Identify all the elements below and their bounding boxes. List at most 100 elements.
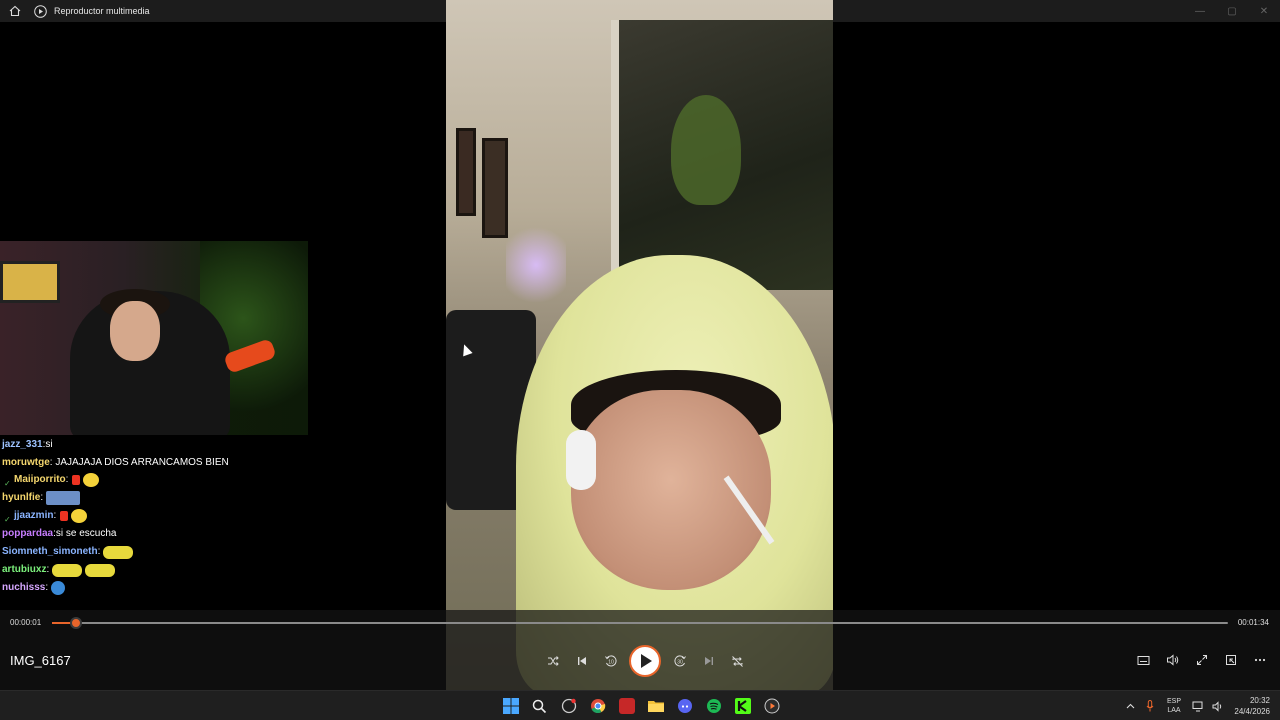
seek-bar-handle[interactable] xyxy=(69,617,82,629)
minimize-button[interactable]: — xyxy=(1184,0,1216,22)
chat-text: JAJAJAJA DIOS ARRANCAMOS BIEN xyxy=(55,457,229,468)
chat-text: si se escucha xyxy=(55,528,117,539)
clock-date: 24/4/2026 xyxy=(1234,707,1270,716)
search-icon[interactable] xyxy=(525,694,554,718)
chat-message: artubiuxz: xyxy=(0,561,330,579)
video-person-face xyxy=(571,390,771,590)
chat-username[interactable]: Maiiporrito xyxy=(14,472,66,488)
taskbar-apps xyxy=(496,694,786,718)
file-explorer-icon[interactable] xyxy=(641,694,670,718)
chat-username[interactable]: nuchisss xyxy=(2,580,45,596)
play-icon xyxy=(641,654,652,668)
repeat-off-icon[interactable] xyxy=(723,646,752,676)
rewind-10-icon[interactable]: 10 xyxy=(596,646,625,676)
kick-icon[interactable] xyxy=(728,694,757,718)
chat-message: poppardaa: si se escucha xyxy=(0,525,330,543)
volume-icon[interactable] xyxy=(1158,647,1187,673)
previous-icon[interactable] xyxy=(567,646,596,676)
chat-separator: : xyxy=(46,564,50,575)
mini-player-icon[interactable] xyxy=(1216,647,1245,673)
video-light-glow xyxy=(506,220,566,310)
chat-username[interactable]: moruwtge xyxy=(2,457,50,468)
chat-message: Siomneth_simoneth: xyxy=(0,543,330,561)
next-icon[interactable] xyxy=(694,646,723,676)
video-headphone xyxy=(566,430,596,490)
chat-message: ✓ jjaazmin: xyxy=(0,507,330,525)
close-button[interactable]: ✕ xyxy=(1248,0,1280,22)
video-picture-frame xyxy=(482,138,508,238)
chat-emote-icon xyxy=(60,511,69,521)
chat-message: nuchisss: xyxy=(0,579,330,597)
cam-monitor xyxy=(0,261,60,303)
chat-separator: : xyxy=(65,474,69,485)
chat-badge-icon: ✓ xyxy=(4,514,11,524)
shuffle-icon[interactable] xyxy=(538,646,567,676)
speaker-icon[interactable] xyxy=(1208,691,1228,720)
chat-separator: : xyxy=(97,546,101,557)
forward-30-icon[interactable]: 30 xyxy=(665,646,694,676)
taskbar: ESP LAA 20:32 24/4/2026 xyxy=(0,690,1280,720)
language-indicator[interactable]: ESP LAA xyxy=(1160,697,1188,715)
chat-separator: : xyxy=(45,582,49,593)
chat-text: si xyxy=(45,439,53,450)
chat-separator: : xyxy=(53,510,57,521)
media-player-window: Reproductor multimedia — ▢ ✕ jazz_331: s… xyxy=(0,0,1280,720)
video-frame[interactable] xyxy=(446,0,833,690)
system-tray: ESP LAA 20:32 24/4/2026 xyxy=(1120,691,1280,720)
chat-emote-icon xyxy=(51,581,66,595)
total-duration: 00:01:34 xyxy=(1237,618,1269,627)
media-app-icon[interactable] xyxy=(612,694,641,718)
maximize-button[interactable]: ▢ xyxy=(1216,0,1248,22)
chat-message: jazz_331: si xyxy=(0,436,330,454)
video-picture-frame xyxy=(456,128,476,216)
chat-username[interactable]: hyunlfie xyxy=(2,490,40,506)
current-time: 00:00:01 xyxy=(10,618,42,627)
playback-buttons: 10 30 xyxy=(538,645,752,677)
language-code: ESP xyxy=(1166,698,1181,705)
window-title: Reproductor multimedia xyxy=(54,6,150,16)
player-options xyxy=(1129,647,1274,673)
chat-username[interactable]: Siomneth_simoneth xyxy=(2,544,98,560)
chat-emote-icon xyxy=(52,563,83,577)
windows-start-icon[interactable] xyxy=(496,694,525,718)
player-controls: 00:00:01 00:01:34 IMG_6167 10 30 xyxy=(0,610,1280,690)
window-controls: — ▢ ✕ xyxy=(1184,0,1280,22)
video-background-plant xyxy=(671,95,741,205)
chat-username[interactable]: poppardaa xyxy=(2,526,53,542)
clock-time: 20:32 xyxy=(1249,696,1270,705)
network-icon[interactable] xyxy=(1188,691,1208,720)
streamer-camera-inset xyxy=(0,241,308,435)
chat-username[interactable]: jazz_331 xyxy=(2,437,43,453)
subtitles-icon[interactable] xyxy=(1129,647,1158,673)
chat-overlay: jazz_331: si moruwtge: JAJAJAJA DIOS ARRA… xyxy=(0,436,330,597)
svg-text:10: 10 xyxy=(608,660,614,666)
chat-emote-icon xyxy=(72,475,81,485)
svg-text:30: 30 xyxy=(677,660,683,666)
discord-icon[interactable] xyxy=(670,694,699,718)
microphone-icon[interactable] xyxy=(1140,691,1160,720)
seek-bar[interactable] xyxy=(52,617,1228,629)
more-options-icon[interactable] xyxy=(1245,647,1274,673)
chat-emote-icon xyxy=(83,473,100,487)
cam-person-face xyxy=(110,301,160,361)
file-name: IMG_6167 xyxy=(10,653,71,668)
chrome-icon[interactable] xyxy=(583,694,612,718)
keyboard-layout: LAA xyxy=(1167,707,1181,714)
chat-emote-icon xyxy=(46,491,81,505)
clock[interactable]: 20:32 24/4/2026 xyxy=(1228,695,1280,717)
chat-message: ✓ Maiiporrito: xyxy=(0,471,330,489)
chat-emote-icon xyxy=(103,545,134,559)
fullscreen-icon[interactable] xyxy=(1187,647,1216,673)
media-player-icon[interactable] xyxy=(757,694,786,718)
chat-username[interactable]: artubiuxz xyxy=(2,562,46,578)
play-button[interactable] xyxy=(629,645,661,677)
chat-separator: : xyxy=(40,492,44,503)
spotify-icon[interactable] xyxy=(699,694,728,718)
chat-username[interactable]: jjaazmin xyxy=(14,508,53,524)
chat-emote-icon xyxy=(71,509,88,523)
chevron-up-icon[interactable] xyxy=(1120,691,1140,720)
chat-message: hyunlfie: xyxy=(0,489,330,507)
home-icon[interactable] xyxy=(0,0,30,22)
media-player-app-icon xyxy=(32,3,48,19)
pinned-app-icon[interactable] xyxy=(554,694,583,718)
